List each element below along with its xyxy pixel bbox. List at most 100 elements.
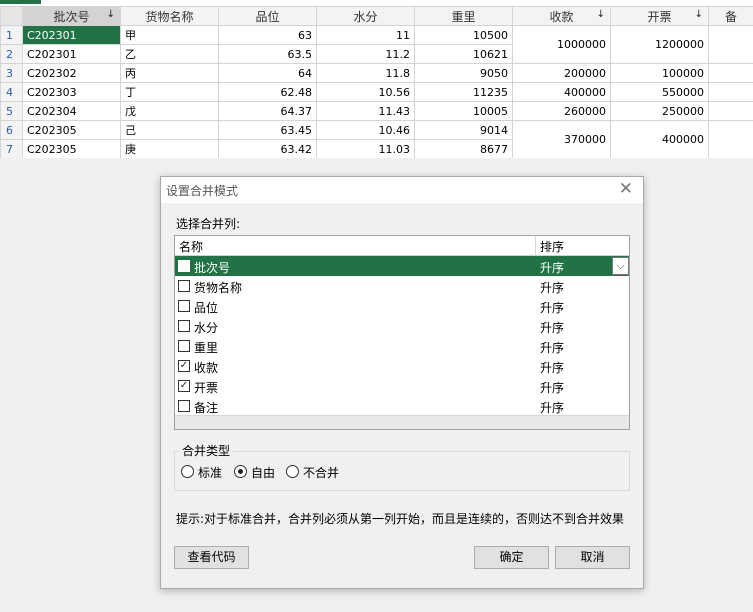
checkbox[interactable] [178, 320, 190, 332]
cell-water[interactable]: 11.03 [316, 139, 415, 159]
table-row[interactable]: 4 C202303 丁 62.48 10.56 11235 400000 550… [0, 82, 753, 102]
item-order[interactable]: 升序 [540, 279, 564, 296]
checkbox-checked[interactable]: ✓ [178, 380, 190, 392]
cell-remark[interactable] [708, 63, 753, 83]
col-header-remark[interactable]: 备 [708, 6, 753, 26]
checkbox-checked[interactable]: ✓ [178, 360, 190, 372]
list-item[interactable]: 水分 升序 [175, 316, 629, 336]
cell-goods[interactable]: 庚 [120, 139, 219, 159]
cell-grade[interactable]: 62.48 [218, 82, 317, 102]
cell-payment[interactable]: 1000000 [512, 25, 611, 64]
cell-invoice[interactable]: 400000 [610, 120, 709, 159]
close-icon[interactable]: ✕ [619, 180, 633, 198]
cell-payment[interactable]: 370000 [512, 120, 611, 159]
chevron-down-icon[interactable]: ⌵ [612, 257, 629, 275]
checkbox[interactable] [178, 280, 190, 292]
row-number[interactable]: 6 [0, 120, 23, 140]
cell-weight[interactable]: 10621 [414, 44, 513, 64]
cell-grade[interactable]: 63 [218, 25, 317, 45]
cell-remark[interactable] [708, 101, 753, 121]
cell-goods[interactable]: 戊 [120, 101, 219, 121]
cell-weight[interactable]: 10500 [414, 25, 513, 45]
cell-goods[interactable]: 丙 [120, 63, 219, 83]
list-item[interactable]: 备注 升序 [175, 396, 629, 416]
col-header-batch[interactable]: 批次号 ↓ [22, 6, 121, 26]
col-header-payment[interactable]: 收款 ↓ [512, 6, 611, 26]
cell-invoice[interactable]: 1200000 [610, 25, 709, 64]
item-order[interactable]: 升序 [540, 319, 564, 336]
list-item[interactable]: 品位 升序 [175, 296, 629, 316]
cell-weight[interactable]: 9050 [414, 63, 513, 83]
cell-grade[interactable]: 63.5 [218, 44, 317, 64]
cell-payment[interactable]: 260000 [512, 101, 611, 121]
row-number[interactable]: 4 [0, 82, 23, 102]
grid-corner[interactable] [0, 6, 23, 26]
cell-batch[interactable]: C202301 [22, 44, 121, 64]
col-header-goods[interactable]: 货物名称 [120, 6, 219, 26]
cell-remark[interactable] [708, 25, 753, 64]
radio-circle-selected[interactable] [234, 465, 247, 478]
cell-goods[interactable]: 甲 [120, 25, 219, 45]
checkbox[interactable] [178, 340, 190, 352]
checkbox[interactable] [178, 400, 190, 412]
list-item[interactable]: 重里 升序 [175, 336, 629, 356]
dialog-titlebar[interactable]: 设置合并模式 ✕ [161, 177, 643, 203]
list-item[interactable]: 货物名称 升序 [175, 276, 629, 296]
cell-batch[interactable]: C202303 [22, 82, 121, 102]
merge-columns-list[interactable]: 名称 排序 批次号 升序 ⌵ 货物名称 升序 品位 升序 水分 升序 重里 升序… [174, 235, 630, 430]
col-header-grade[interactable]: 品位 [218, 6, 317, 26]
checkbox[interactable] [178, 300, 190, 312]
col-header-water[interactable]: 水分 [316, 6, 415, 26]
radio-circle[interactable] [181, 465, 194, 478]
cell-weight[interactable]: 11235 [414, 82, 513, 102]
cell-grade[interactable]: 63.42 [218, 139, 317, 159]
list-item[interactable]: 批次号 升序 ⌵ [175, 256, 629, 276]
cell-invoice[interactable]: 250000 [610, 101, 709, 121]
cell-invoice[interactable]: 100000 [610, 63, 709, 83]
table-row[interactable]: 1 C202301 甲 63 11 10500 1000000 1200000 [0, 25, 753, 64]
list-item[interactable]: ✓ 收款 升序 [175, 356, 629, 376]
cancel-button[interactable]: 取消 [555, 546, 630, 569]
cell-remark[interactable] [708, 120, 753, 159]
row-number[interactable]: 3 [0, 63, 23, 83]
cell-goods[interactable]: 乙 [120, 44, 219, 64]
view-code-button[interactable]: 查看代码 [174, 546, 249, 569]
cell-goods[interactable]: 丁 [120, 82, 219, 102]
row-number[interactable]: 5 [0, 101, 23, 121]
table-row[interactable]: 6 C202305 己 63.45 10.46 9014 370000 4000… [0, 120, 753, 159]
col-header-invoice[interactable]: 开票 ↓ [610, 6, 709, 26]
item-order[interactable]: 升序 [540, 299, 564, 316]
cell-batch[interactable]: C202305 [22, 139, 121, 159]
cell-water[interactable]: 10.46 [316, 120, 415, 140]
row-number[interactable]: 7 [0, 139, 23, 159]
list-item[interactable]: ✓ 开票 升序 [175, 376, 629, 396]
checkbox[interactable] [178, 260, 190, 272]
cell-invoice[interactable]: 550000 [610, 82, 709, 102]
cell-payment[interactable]: 400000 [512, 82, 611, 102]
table-row[interactable]: 3 C202302 丙 64 11.8 9050 200000 100000 [0, 63, 753, 83]
ok-button[interactable]: 确定 [474, 546, 549, 569]
cell-grade[interactable]: 64.37 [218, 101, 317, 121]
item-order[interactable]: 升序 [540, 379, 564, 396]
cell-grade[interactable]: 63.45 [218, 120, 317, 140]
table-row[interactable]: 5 C202304 戊 64.37 11.43 10005 260000 250… [0, 101, 753, 121]
item-order[interactable]: 升序 [540, 359, 564, 376]
cell-remark[interactable] [708, 82, 753, 102]
cell-weight[interactable]: 9014 [414, 120, 513, 140]
cell-water[interactable]: 10.56 [316, 82, 415, 102]
cell-goods[interactable]: 己 [120, 120, 219, 140]
cell-batch[interactable]: C202304 [22, 101, 121, 121]
cell-weight[interactable]: 10005 [414, 101, 513, 121]
item-order[interactable]: 升序 [540, 259, 564, 276]
cell-water[interactable]: 11 [316, 25, 415, 45]
cell-water[interactable]: 11.43 [316, 101, 415, 121]
cell-grade[interactable]: 64 [218, 63, 317, 83]
cell-payment[interactable]: 200000 [512, 63, 611, 83]
cell-batch[interactable]: C202302 [22, 63, 121, 83]
cell-batch[interactable]: C202305 [22, 120, 121, 140]
item-order[interactable]: 升序 [540, 339, 564, 356]
cell-water[interactable]: 11.2 [316, 44, 415, 64]
cell-batch[interactable]: C202301 [22, 25, 121, 45]
col-header-weight[interactable]: 重里 [414, 6, 513, 26]
row-number[interactable]: 1 [0, 25, 23, 45]
